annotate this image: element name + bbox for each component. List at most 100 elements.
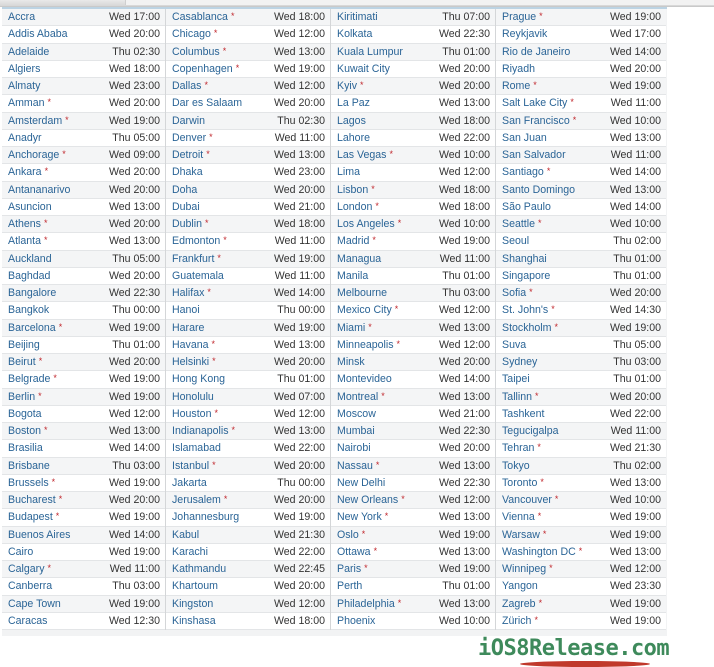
- city-link[interactable]: Kyiv *: [337, 80, 364, 92]
- city-link[interactable]: Rio de Janeiro: [502, 46, 570, 58]
- city-link[interactable]: Tegucigalpa: [502, 425, 559, 437]
- city-link[interactable]: Buenos Aires: [8, 529, 70, 541]
- city-link[interactable]: Oslo *: [337, 529, 365, 541]
- city-link[interactable]: Calgary *: [8, 563, 51, 575]
- city-link[interactable]: Jerusalem *: [172, 494, 227, 506]
- city-link[interactable]: Paris *: [337, 563, 368, 575]
- city-link[interactable]: Kabul: [172, 529, 199, 541]
- city-link[interactable]: San Francisco *: [502, 115, 576, 127]
- city-link[interactable]: Edmonton *: [172, 235, 227, 247]
- city-link[interactable]: London *: [337, 201, 379, 213]
- city-link[interactable]: Honolulu: [172, 391, 214, 403]
- city-link[interactable]: Vienna *: [502, 511, 541, 523]
- city-link[interactable]: Perth: [337, 580, 362, 592]
- city-link[interactable]: Managua: [337, 253, 381, 265]
- city-link[interactable]: Reykjavik: [502, 28, 547, 40]
- city-link[interactable]: Moscow: [337, 408, 376, 420]
- city-link[interactable]: St. John's *: [502, 304, 555, 316]
- city-link[interactable]: Tokyo: [502, 460, 530, 472]
- city-link[interactable]: Washington DC *: [502, 546, 582, 558]
- city-link[interactable]: Brisbane: [8, 460, 50, 472]
- city-link[interactable]: Auckland: [8, 253, 52, 265]
- city-link[interactable]: Lagos: [337, 115, 366, 127]
- city-link[interactable]: Boston *: [8, 425, 48, 437]
- city-link[interactable]: Kolkata: [337, 28, 372, 40]
- city-link[interactable]: Kiritimati: [337, 11, 378, 23]
- city-link[interactable]: Copenhagen *: [172, 63, 239, 75]
- city-link[interactable]: Minsk: [337, 356, 365, 368]
- city-link[interactable]: Lisbon *: [337, 184, 375, 196]
- city-link[interactable]: Shanghai: [502, 253, 547, 265]
- city-link[interactable]: Indianapolis *: [172, 425, 235, 437]
- city-link[interactable]: Rome *: [502, 80, 537, 92]
- city-link[interactable]: Doha: [172, 184, 197, 196]
- city-link[interactable]: Hong Kong: [172, 373, 225, 385]
- city-link[interactable]: Dubai: [172, 201, 200, 213]
- city-link[interactable]: Khartoum: [172, 580, 218, 592]
- city-link[interactable]: Taipei: [502, 373, 530, 385]
- city-link[interactable]: Philadelphia *: [337, 598, 401, 610]
- city-link[interactable]: Amsterdam *: [8, 115, 69, 127]
- city-link[interactable]: Islamabad: [172, 442, 221, 454]
- city-link[interactable]: Canberra: [8, 580, 52, 592]
- city-link[interactable]: Vancouver *: [502, 494, 558, 506]
- city-link[interactable]: Almaty: [8, 80, 40, 92]
- city-link[interactable]: Anchorage *: [8, 149, 66, 161]
- city-link[interactable]: Prague *: [502, 11, 543, 23]
- city-link[interactable]: Casablanca *: [172, 11, 234, 23]
- city-link[interactable]: Atlanta *: [8, 235, 48, 247]
- city-link[interactable]: Johannesburg: [172, 511, 239, 523]
- city-link[interactable]: New Orleans *: [337, 494, 405, 506]
- city-link[interactable]: Adelaide: [8, 46, 49, 58]
- city-link[interactable]: Los Angeles *: [337, 218, 401, 230]
- city-link[interactable]: Detroit *: [172, 149, 210, 161]
- city-link[interactable]: Dublin *: [172, 218, 209, 230]
- city-link[interactable]: São Paulo: [502, 201, 551, 213]
- city-link[interactable]: Singapore: [502, 270, 550, 282]
- city-link[interactable]: Cape Town: [8, 598, 61, 610]
- city-link[interactable]: New Delhi: [337, 477, 385, 489]
- city-link[interactable]: Berlin *: [8, 391, 42, 403]
- city-link[interactable]: Chicago *: [172, 28, 217, 40]
- city-link[interactable]: Helsinki *: [172, 356, 216, 368]
- city-link[interactable]: Manila: [337, 270, 368, 282]
- city-link[interactable]: Suva: [502, 339, 526, 351]
- city-link[interactable]: Salt Lake City *: [502, 97, 574, 109]
- city-link[interactable]: San Salvador: [502, 149, 566, 161]
- city-link[interactable]: Lahore: [337, 132, 370, 144]
- city-link[interactable]: Accra: [8, 11, 35, 23]
- city-link[interactable]: Kinshasa: [172, 615, 216, 627]
- city-link[interactable]: Budapest *: [8, 511, 59, 523]
- city-link[interactable]: Nairobi: [337, 442, 371, 454]
- city-link[interactable]: Lima: [337, 166, 360, 178]
- city-link[interactable]: Bangalore: [8, 287, 56, 299]
- city-link[interactable]: Minneapolis *: [337, 339, 400, 351]
- city-link[interactable]: Frankfurt *: [172, 253, 221, 265]
- city-link[interactable]: Caracas: [8, 615, 47, 627]
- city-link[interactable]: Yangon: [502, 580, 538, 592]
- city-link[interactable]: Antananarivo: [8, 184, 70, 196]
- city-link[interactable]: Nassau *: [337, 460, 379, 472]
- city-link[interactable]: Kathmandu: [172, 563, 226, 575]
- city-link[interactable]: Kuwait City: [337, 63, 390, 75]
- city-link[interactable]: Dar es Salaam: [172, 97, 242, 109]
- city-link[interactable]: Addis Ababa: [8, 28, 68, 40]
- city-link[interactable]: Mumbai: [337, 425, 375, 437]
- city-link[interactable]: Sydney: [502, 356, 537, 368]
- city-link[interactable]: Columbus *: [172, 46, 226, 58]
- city-link[interactable]: Athens *: [8, 218, 48, 230]
- city-link[interactable]: Hanoi: [172, 304, 200, 316]
- city-link[interactable]: Santiago *: [502, 166, 550, 178]
- city-link[interactable]: Toronto *: [502, 477, 544, 489]
- city-link[interactable]: Barcelona *: [8, 322, 62, 334]
- city-link[interactable]: Kingston: [172, 598, 213, 610]
- city-link[interactable]: Asuncion: [8, 201, 52, 213]
- city-link[interactable]: Tehran *: [502, 442, 541, 454]
- city-link[interactable]: Phoenix: [337, 615, 375, 627]
- city-link[interactable]: Belgrade *: [8, 373, 57, 385]
- city-link[interactable]: Montevideo: [337, 373, 392, 385]
- city-link[interactable]: Winnipeg *: [502, 563, 553, 575]
- city-link[interactable]: Halifax *: [172, 287, 211, 299]
- city-link[interactable]: Dhaka: [172, 166, 203, 178]
- city-link[interactable]: Houston *: [172, 408, 218, 420]
